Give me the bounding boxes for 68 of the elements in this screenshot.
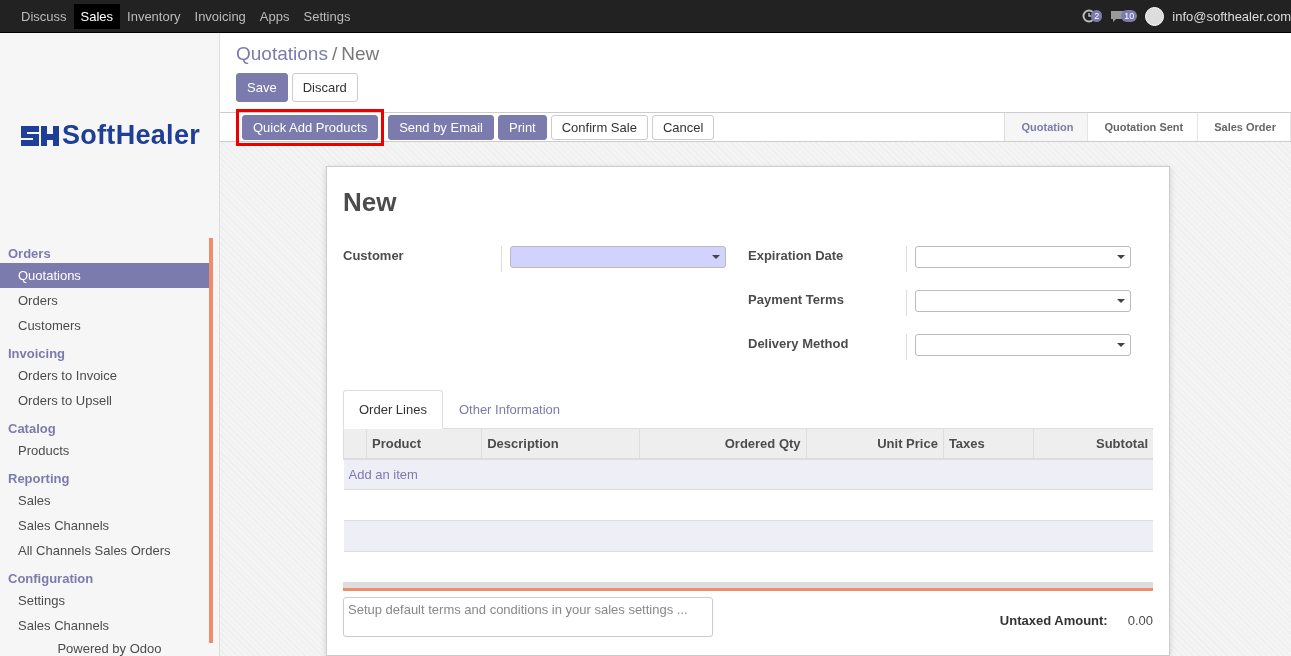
status-step[interactable]: Sales Order [1198, 113, 1291, 141]
menu-section-title: Configuration [7, 570, 95, 589]
caret-icon [1117, 255, 1125, 259]
message-badge: 10 [1121, 10, 1138, 22]
user-email[interactable]: info@softhealer.com [1172, 8, 1291, 24]
form-title: New [343, 187, 398, 218]
menu-section-title: Catalog [7, 420, 57, 439]
sidebar-item[interactable]: Sales [0, 488, 209, 514]
column-header[interactable]: Ordered Qty [639, 429, 807, 459]
column-header[interactable]: Subtotal [1033, 429, 1153, 459]
activity-badge: 2 [1091, 10, 1103, 22]
nav-menu-item[interactable]: Settings [296, 3, 358, 29]
sidebar-item[interactable]: Settings [0, 588, 209, 614]
status-step[interactable]: Quotation Sent [1088, 113, 1199, 141]
action-button[interactable]: Send by Email [388, 114, 494, 140]
sidebar-item[interactable]: Products [0, 438, 209, 464]
logo-text: SoftHealer [61, 120, 200, 152]
nav-menu-item[interactable]: Inventory [120, 3, 188, 29]
action-button[interactable]: Confirm Sale [550, 114, 648, 140]
add-item-link[interactable]: Add an item [348, 467, 418, 482]
avatar[interactable] [1145, 6, 1165, 26]
sidebar-item[interactable]: Sales Channels [0, 613, 209, 639]
nav-menu-item[interactable]: Apps [252, 3, 297, 29]
field-label: Customer [343, 246, 502, 272]
field-label: Payment Terms [748, 290, 907, 316]
scroll-bar[interactable] [343, 582, 1153, 591]
caret-icon [712, 255, 720, 259]
dropdown-field[interactable] [915, 334, 1131, 356]
nav-menu-item[interactable]: Sales [73, 3, 121, 29]
field-label: Expiration Date [748, 246, 907, 272]
dropdown-field[interactable] [915, 290, 1131, 312]
sidebar-item[interactable]: Orders to Upsell [0, 388, 209, 414]
sidebar-item[interactable]: Orders [0, 288, 209, 314]
sidebar-item[interactable]: Customers [0, 313, 209, 339]
dropdown-field[interactable] [915, 246, 1131, 268]
nav-menu-item[interactable]: Invoicing [187, 3, 253, 29]
caret-icon [1117, 299, 1125, 303]
powered-by-text: Powered by Odoo [56, 641, 163, 656]
column-header[interactable]: Description [481, 429, 640, 459]
total-value: 0.00 [1127, 613, 1153, 628]
breadcrumb-separator: / [331, 43, 338, 65]
notes-field[interactable]: Setup default terms and conditions in your sales settings ... [343, 597, 713, 637]
column-header[interactable]: Product [366, 429, 482, 459]
menu-section-title: Reporting [7, 470, 71, 489]
tab[interactable]: Order Lines [343, 390, 443, 429]
sidebar-item[interactable]: Sales Channels [0, 513, 209, 539]
column-header[interactable]: Taxes [943, 429, 1034, 459]
dropdown-field[interactable] [510, 246, 726, 268]
nav-menu-item[interactable]: Discuss [14, 3, 74, 29]
sidebar-item[interactable]: Quotations [0, 263, 209, 289]
action-button[interactable]: Cancel [651, 114, 715, 140]
column-header[interactable]: Unit Price [806, 429, 944, 459]
breadcrumb-link[interactable]: Quotations [236, 43, 328, 65]
breadcrumb-current: New [341, 43, 380, 65]
action-button[interactable]: Print [498, 114, 547, 140]
sidebar-item[interactable]: All Channels Sales Orders [0, 538, 209, 564]
action-button[interactable]: Quick Add Products [242, 114, 379, 140]
status-step[interactable]: Quotation [1005, 113, 1089, 141]
form-button[interactable]: Discard [291, 73, 358, 102]
field-label: Delivery Method [748, 334, 907, 360]
total-label: Untaxed Amount: [999, 613, 1108, 628]
form-button[interactable]: Save [236, 73, 288, 102]
menu-section-title: Orders [7, 245, 52, 264]
menu-section-title: Invoicing [7, 345, 67, 364]
logo-mark-icon [18, 123, 59, 148]
tab[interactable]: Other Information [442, 390, 577, 429]
sidebar-item[interactable]: Orders to Invoice [0, 363, 209, 389]
caret-icon [1117, 343, 1125, 347]
